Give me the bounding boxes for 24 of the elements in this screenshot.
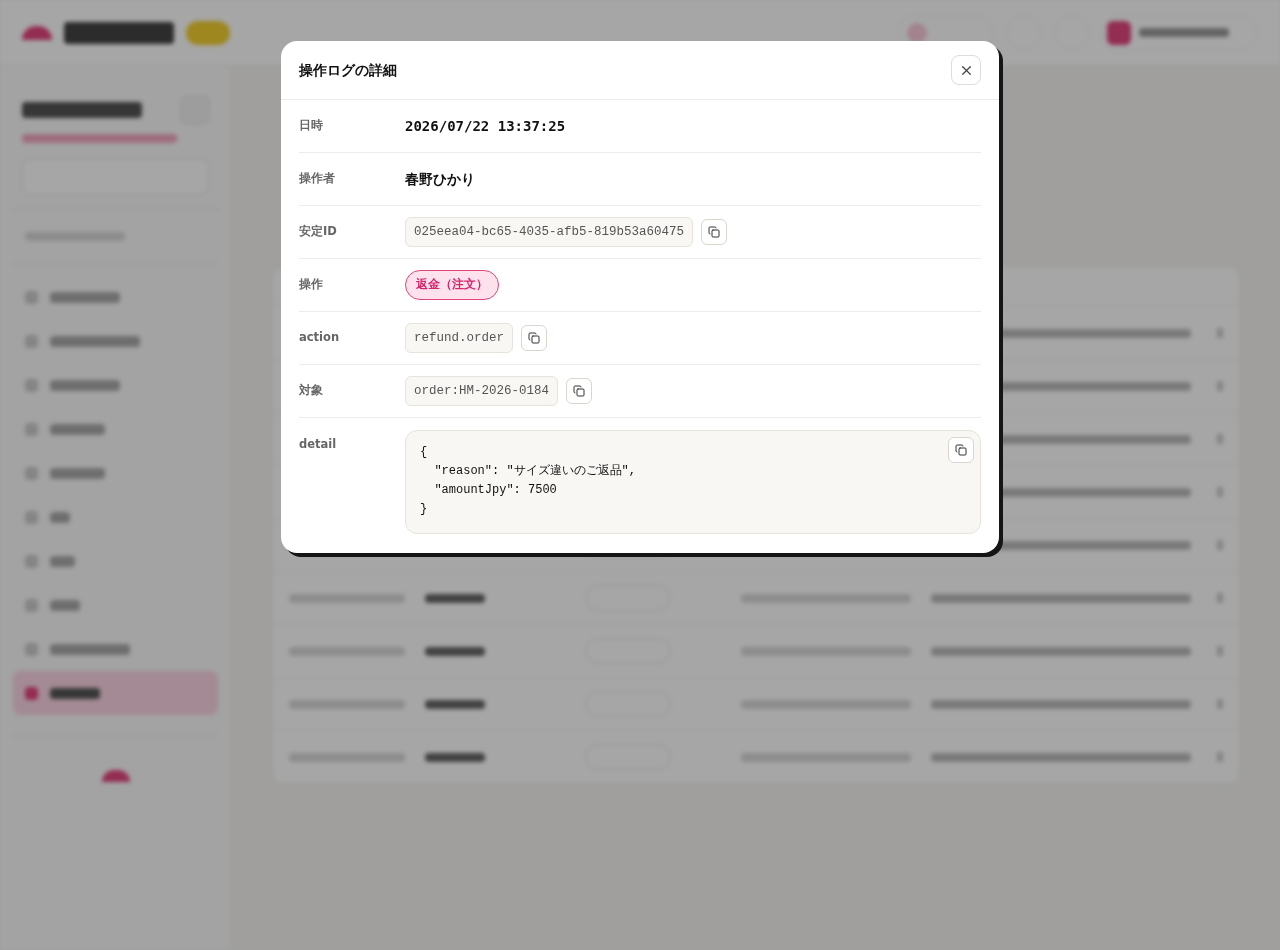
operation-badge: 返金（注文） [405,270,499,300]
field-label: 対象 [299,382,324,400]
copy-icon [955,444,967,456]
field-label: 日時 [299,117,324,135]
operator-value: 春野ひかり [405,169,475,189]
copy-icon [528,332,540,344]
copy-icon [573,385,586,397]
copy-button[interactable] [948,437,974,463]
copy-button[interactable] [521,325,547,351]
code-value: order:HM-2026-0184 [405,375,559,407]
field-label: 操作 [299,276,324,294]
field-label: action [299,329,341,347]
datetime-value: 2026/07/22 13:37:25 [405,116,566,136]
json-text: { "reason": "サイズ違いのご返品", "amountJpy": 7500 } [420,444,637,518]
code-value: refund.order [405,322,513,354]
field-label: 安定ID [299,223,338,241]
copy-button[interactable] [566,378,593,404]
field-label: 操作者 [299,170,336,188]
copy-button[interactable] [701,219,728,245]
copy-icon [708,226,721,238]
field-label: detail [299,436,338,453]
dialog-title: 操作ログの詳細 [299,60,397,80]
code-value: 025eea04-bc65-4035-afb5-819b53a60475 [405,216,694,248]
close-button[interactable] [951,55,981,85]
